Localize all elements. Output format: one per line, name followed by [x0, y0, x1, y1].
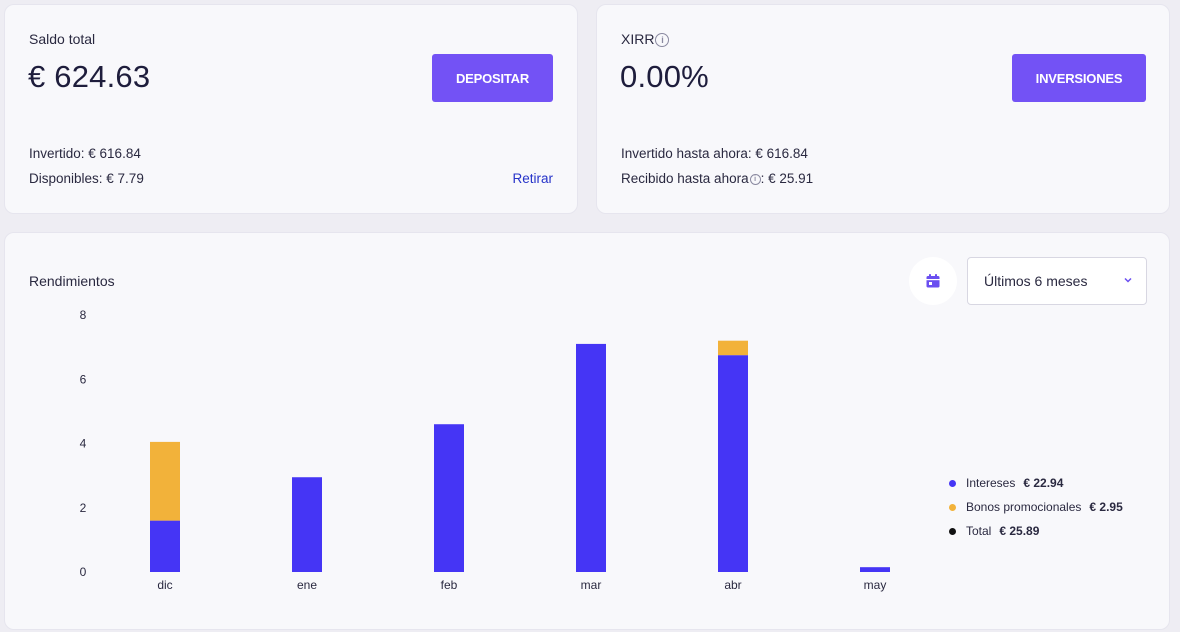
legend-label: Total [966, 524, 992, 538]
bar-abr-intereses[interactable] [718, 355, 748, 572]
xirr-label-row: XIRR i [621, 31, 670, 48]
returns-card: Rendimientos Últimos 6 meses 0 2 4 6 8 dic ene… [4, 232, 1170, 630]
legend-label: Bonos promocionales [966, 500, 1082, 514]
deposit-button[interactable]: DEPOSITAR [432, 54, 553, 102]
received-so-far: Recibido hasta ahora i: € 25.91 [621, 171, 813, 186]
calendar-button[interactable] [909, 257, 957, 305]
legend-dot [949, 479, 956, 487]
bar-mar-intereses[interactable] [576, 343, 606, 572]
legend-item-interest: Intereses € 22.94 [949, 476, 1063, 490]
x-tick-label: may [864, 578, 887, 592]
balance-value: € 624.63 [28, 59, 151, 94]
legend-value: € 2.95 [1089, 500, 1123, 514]
period-select[interactable]: Últimos 6 meses [967, 257, 1147, 305]
x-tick-label: dic [157, 578, 172, 592]
bar-dic-bonos-promocionales[interactable] [150, 441, 180, 521]
calendar-icon [926, 274, 940, 288]
balance-card: Saldo total € 624.63 DEPOSITAR Invertido… [4, 4, 578, 214]
xirr-value: 0.00% [620, 59, 709, 94]
bar-abr-bonos-promocionales[interactable] [718, 340, 748, 356]
received-value: : € 25.91 [760, 171, 814, 186]
info-icon[interactable]: i [749, 173, 761, 185]
invested-so-far: Invertido hasta ahora: € 616.84 [621, 146, 808, 161]
x-tick-label: mar [581, 578, 602, 592]
x-tick-label: feb [441, 578, 458, 592]
chevron-down-icon [1124, 277, 1132, 283]
period-select-value: Últimos 6 meses [984, 273, 1088, 289]
y-tick-label: 6 [80, 372, 87, 386]
legend-item-bonus: Bonos promocionales € 2.95 [949, 500, 1123, 514]
bar-may-intereses[interactable] [860, 567, 890, 572]
bar-dic-intereses[interactable] [150, 520, 180, 572]
legend-dot [949, 527, 956, 535]
legend-dot [949, 503, 956, 511]
x-tick-label: abr [724, 578, 741, 592]
y-tick-label: 2 [80, 501, 87, 515]
investments-button[interactable]: INVERSIONES [1012, 54, 1146, 102]
legend-value: € 25.89 [999, 524, 1040, 538]
legend-value: € 22.94 [1023, 476, 1064, 490]
returns-chart: 0 2 4 6 8 dic ene feb mar abr may [80, 308, 890, 592]
bar-ene-intereses[interactable] [292, 477, 322, 572]
legend-label: Intereses [966, 476, 1016, 490]
y-tick-label: 4 [80, 437, 87, 451]
y-tick-label: 0 [80, 565, 87, 579]
withdraw-link[interactable]: Retirar [512, 171, 553, 186]
balance-label: Saldo total [29, 31, 96, 47]
invested-amount: Invertido: € 616.84 [29, 146, 141, 161]
bar-feb-intereses[interactable] [434, 424, 464, 572]
received-label: Recibido hasta ahora [621, 171, 749, 186]
xirr-label: XIRR [621, 31, 655, 47]
y-tick-label: 8 [80, 308, 87, 322]
legend-item-total: Total € 25.89 [949, 524, 1039, 538]
available-amount: Disponibles: € 7.79 [29, 171, 144, 186]
xirr-card: XIRR i 0.00% INVERSIONES Invertido hasta … [596, 4, 1170, 214]
x-tick-label: ene [297, 578, 317, 592]
info-icon[interactable]: i [655, 33, 670, 48]
